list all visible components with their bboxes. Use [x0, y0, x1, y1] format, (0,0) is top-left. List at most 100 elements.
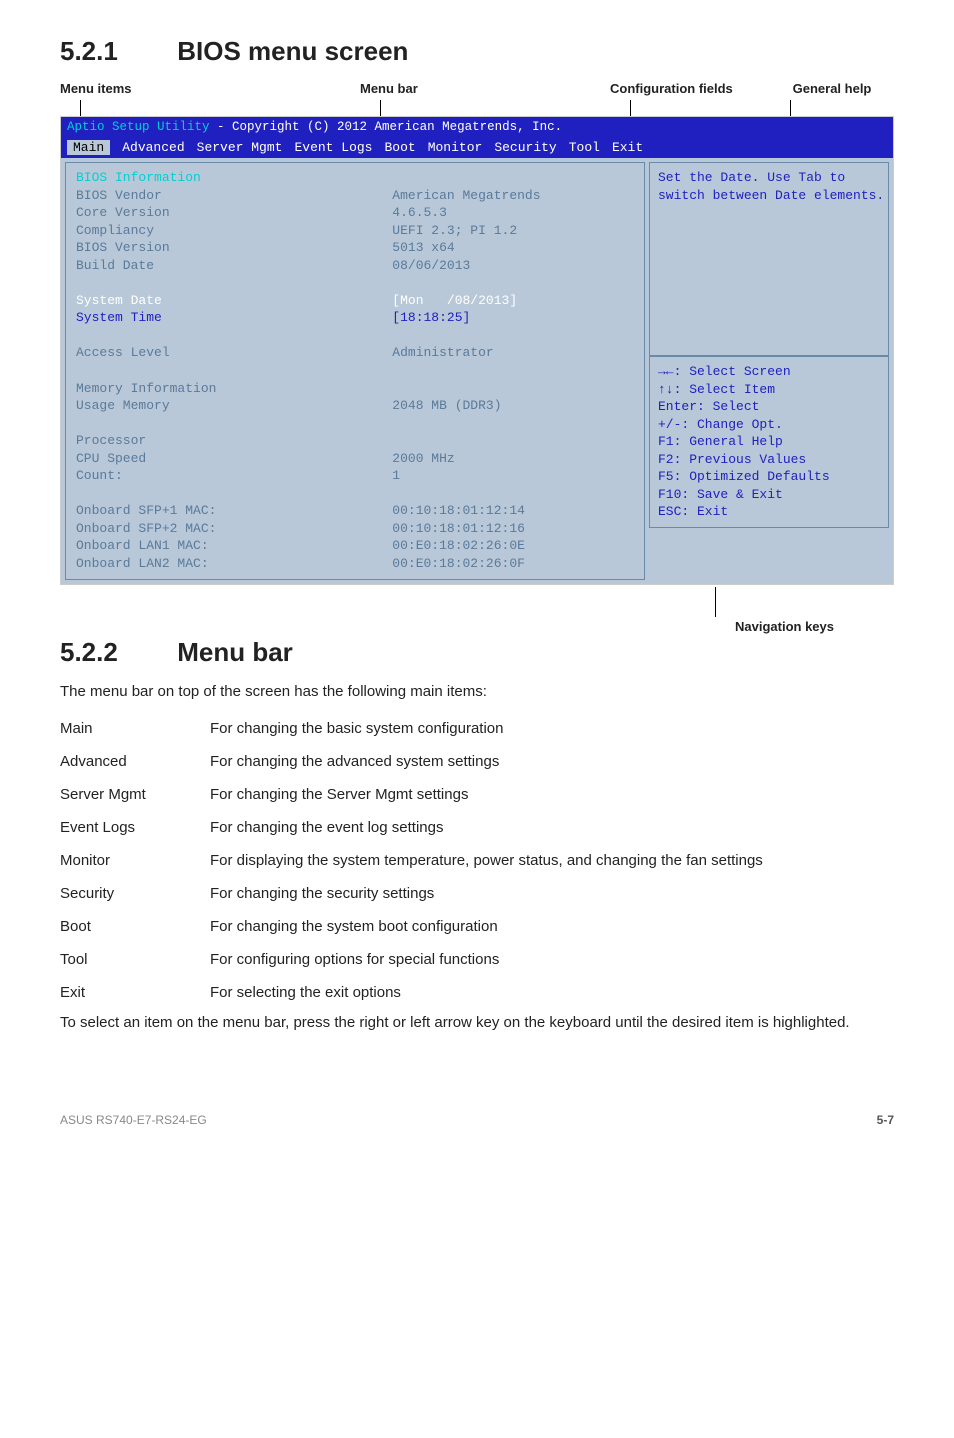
- callout-config-fields: Configuration fields: [610, 81, 770, 100]
- bios-help-bottom: →←: Select Screen↑↓: Select ItemEnter: S…: [649, 356, 889, 528]
- bios-field-value: [392, 169, 638, 187]
- table-row: BootFor changing the system boot configu…: [60, 910, 894, 943]
- bios-tab-event-logs[interactable]: Event Logs: [294, 140, 372, 155]
- callout-menu-items: Menu items: [60, 81, 180, 100]
- menubar-intro: The menu bar on top of the screen has th…: [60, 682, 894, 702]
- bios-field-label: Processor: [76, 432, 376, 450]
- bios-field-value: American Megatrends: [392, 187, 638, 205]
- bios-navkey-line: F2: Previous Values: [658, 451, 880, 469]
- bios-tab-advanced[interactable]: Advanced: [122, 140, 184, 155]
- bios-field-label: [76, 274, 376, 292]
- table-row: Server MgmtFor changing the Server Mgmt …: [60, 778, 894, 811]
- table-row: MainFor changing the basic system config…: [60, 712, 894, 745]
- def-desc: For changing the system boot configurati…: [210, 910, 894, 943]
- def-term: Boot: [60, 910, 210, 943]
- bios-navkey-line: F1: General Help: [658, 433, 880, 451]
- outro-text: To select an item on the menu bar, press…: [60, 1013, 894, 1033]
- def-desc: For changing the advanced system setting…: [210, 745, 894, 778]
- def-term: Security: [60, 877, 210, 910]
- bios-field-value: [392, 362, 638, 380]
- section-number-2: 5.2.2: [60, 637, 170, 668]
- def-desc: For changing the security settings: [210, 877, 894, 910]
- def-term: Monitor: [60, 844, 210, 877]
- bios-left-pane: BIOS InformationBIOS VendorCore VersionC…: [65, 162, 645, 580]
- bios-tab-security[interactable]: Security: [494, 140, 556, 155]
- bios-tab-server-mgmt[interactable]: Server Mgmt: [197, 140, 283, 155]
- bios-navkey-line: +/-: Change Opt.: [658, 416, 880, 434]
- bios-field-label: Onboard LAN2 MAC:: [76, 555, 376, 573]
- section-number-1: 5.2.1: [60, 36, 170, 67]
- bios-help-top: Set the Date. Use Tab toswitch between D…: [649, 162, 889, 356]
- bios-navkey-line: F10: Save & Exit: [658, 486, 880, 504]
- table-row: SecurityFor changing the security settin…: [60, 877, 894, 910]
- bios-tab-boot[interactable]: Boot: [384, 140, 415, 155]
- bios-title-bar: Aptio Setup Utility - Copyright (C) 2012…: [61, 117, 893, 137]
- bios-field-value: 00:E0:18:02:26:0E: [392, 537, 638, 555]
- menu-definitions-table: MainFor changing the basic system config…: [60, 712, 894, 1009]
- def-desc: For displaying the system temperature, p…: [210, 844, 894, 877]
- bios-field-label: [76, 327, 376, 345]
- bios-field-label: System Time: [76, 309, 376, 327]
- table-row: MonitorFor displaying the system tempera…: [60, 844, 894, 877]
- bios-field-value: 4.6.5.3: [392, 204, 638, 222]
- bios-field-value: 00:10:18:01:12:14: [392, 502, 638, 520]
- footer-left: ASUS RS740-E7-RS24-EG: [60, 1113, 207, 1127]
- section-title-1: BIOS menu screen: [177, 36, 408, 66]
- bios-field-value: 1: [392, 467, 638, 485]
- callout-general-help: General help: [770, 81, 894, 100]
- bios-field-label: [76, 485, 376, 503]
- bios-tab-monitor[interactable]: Monitor: [428, 140, 483, 155]
- bios-menubar[interactable]: Main Advanced Server Mgmt Event Logs Boot Mon…: [61, 137, 893, 158]
- nav-keys-callout: Navigation keys: [60, 587, 894, 637]
- bios-field-value[interactable]: [Mon /08/2013]: [392, 292, 638, 310]
- bios-tab-main[interactable]: Main: [67, 140, 110, 155]
- bios-field-value: [392, 327, 638, 345]
- bios-field-value: UEFI 2.3; PI 1.2: [392, 222, 638, 240]
- bios-field-value: [392, 274, 638, 292]
- bios-field-label: Build Date: [76, 257, 376, 275]
- bios-field-value: [392, 415, 638, 433]
- bios-field-label: Onboard SFP+1 MAC:: [76, 502, 376, 520]
- bios-screen: Aptio Setup Utility - Copyright (C) 2012…: [60, 116, 894, 585]
- table-row: ToolFor configuring options for special …: [60, 943, 894, 976]
- def-term: Main: [60, 712, 210, 745]
- def-desc: For configuring options for special func…: [210, 943, 894, 976]
- bios-field-label: BIOS Information: [76, 169, 376, 187]
- bios-title-prefix: Aptio Setup Utility: [67, 120, 210, 134]
- def-term: Exit: [60, 976, 210, 1009]
- bios-field-label: [76, 415, 376, 433]
- bios-field-label: Usage Memory: [76, 397, 376, 415]
- bios-tab-exit[interactable]: Exit: [612, 140, 643, 155]
- def-term: Tool: [60, 943, 210, 976]
- bios-tab-tool[interactable]: Tool: [569, 140, 600, 155]
- bios-navkey-line: Enter: Select: [658, 398, 880, 416]
- bios-field-label: Onboard LAN1 MAC:: [76, 537, 376, 555]
- bios-field-value[interactable]: [18:18:25]: [392, 309, 638, 327]
- bios-field-label: Onboard SFP+2 MAC:: [76, 520, 376, 538]
- bios-field-value: Administrator: [392, 344, 638, 362]
- bios-field-label: BIOS Version: [76, 239, 376, 257]
- bios-field-label: [76, 362, 376, 380]
- def-desc: For changing the event log settings: [210, 811, 894, 844]
- bios-field-value: 00:10:18:01:12:16: [392, 520, 638, 538]
- section-title-2: Menu bar: [177, 637, 293, 667]
- def-term: Event Logs: [60, 811, 210, 844]
- bios-callout-labels: Menu items Menu bar Configuration fields…: [60, 81, 894, 100]
- bios-navkey-line: →←: Select Screen: [658, 363, 880, 381]
- bios-field-value: 2000 MHz: [392, 450, 638, 468]
- bios-field-value: 2048 MB (DDR3): [392, 397, 638, 415]
- callout-menu-bar: Menu bar: [360, 81, 610, 100]
- bios-field-label: Memory Information: [76, 380, 376, 398]
- bios-field-value: 00:E0:18:02:26:0F: [392, 555, 638, 573]
- table-row: Event LogsFor changing the event log set…: [60, 811, 894, 844]
- bios-field-value: 08/06/2013: [392, 257, 638, 275]
- section-heading-1: 5.2.1 BIOS menu screen: [60, 36, 894, 67]
- bios-field-value: 5013 x64: [392, 239, 638, 257]
- bios-field-value: [392, 432, 638, 450]
- bios-help-line: Set the Date. Use Tab to: [658, 169, 880, 187]
- bios-field-label: CPU Speed: [76, 450, 376, 468]
- def-desc: For changing the Server Mgmt settings: [210, 778, 894, 811]
- table-row: AdvancedFor changing the advanced system…: [60, 745, 894, 778]
- def-desc: For changing the basic system configurat…: [210, 712, 894, 745]
- bios-navkey-line: ESC: Exit: [658, 503, 880, 521]
